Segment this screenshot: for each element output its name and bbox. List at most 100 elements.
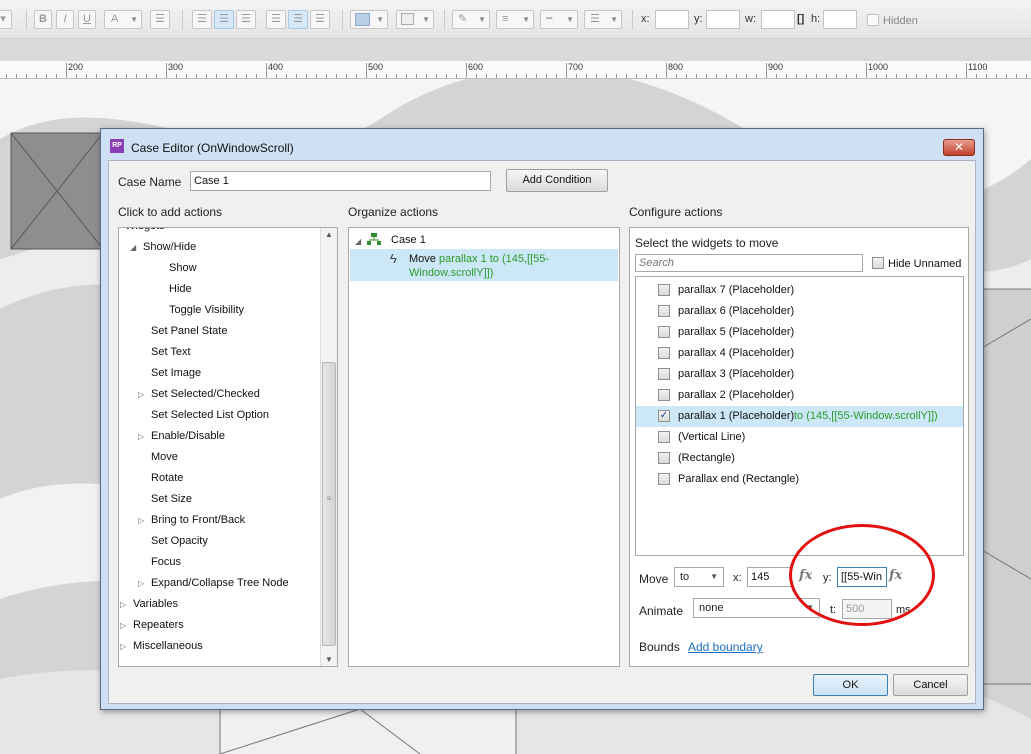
align-center-button[interactable]: ☰ — [214, 10, 234, 29]
tree-expander-icon[interactable]: ▷ — [138, 390, 144, 399]
widget-checkbox[interactable] — [658, 452, 670, 464]
ruler-minor-tick — [176, 74, 177, 78]
width-input[interactable] — [761, 10, 795, 29]
action-tree-item[interactable]: Rotate — [151, 472, 183, 484]
close-button[interactable]: ✕ — [943, 139, 975, 156]
bold-button[interactable]: B — [34, 10, 52, 29]
widget-checkbox[interactable] — [658, 431, 670, 443]
case-name-input[interactable]: Case 1 — [190, 171, 491, 191]
line-pattern-dropdown[interactable]: ┅ ▼ — [540, 10, 578, 29]
widget-checkbox[interactable]: ✓ — [658, 410, 670, 422]
action-tree-item[interactable]: Widgets — [125, 228, 165, 232]
fill-color-dropdown[interactable]: ▼ — [350, 10, 388, 29]
widget-row[interactable]: (Rectangle) — [636, 448, 963, 469]
italic-button[interactable]: I — [56, 10, 74, 29]
line-color-dropdown[interactable]: ✎ ▼ — [452, 10, 490, 29]
tree-expander-icon[interactable]: ▷ — [120, 600, 126, 609]
widget-checkbox[interactable] — [658, 284, 670, 296]
widget-row[interactable]: ✓ parallax 1 (Placeholder) to (145,[[55-Wi… — [636, 406, 963, 427]
tree-expander-icon[interactable]: ◢ — [130, 243, 136, 252]
widget-row[interactable]: parallax 5 (Placeholder) — [636, 322, 963, 343]
widget-row[interactable]: Parallax end (Rectangle) — [636, 469, 963, 490]
action-tree-item[interactable]: Miscellaneous — [133, 640, 203, 652]
widget-row[interactable]: parallax 4 (Placeholder) — [636, 343, 963, 364]
widget-checkbox[interactable] — [658, 473, 670, 485]
action-tree-item[interactable]: Set Panel State — [151, 325, 227, 337]
widget-row[interactable]: parallax 6 (Placeholder) — [636, 301, 963, 322]
tree-expander-icon[interactable]: ▷ — [138, 516, 144, 525]
widget-row[interactable]: (Vertical Line) — [636, 427, 963, 448]
bullet-list-button[interactable]: ☰ — [150, 10, 170, 29]
action-tree-item[interactable]: Set Selected List Option — [151, 409, 269, 421]
align-bottom-button[interactable]: ☰ — [310, 10, 330, 29]
widget-checkbox[interactable] — [658, 389, 670, 401]
action-tree-item[interactable]: Hide — [169, 283, 192, 295]
action-tree-item[interactable]: Show — [169, 262, 197, 274]
tree-expander-icon[interactable]: ▷ — [120, 621, 126, 630]
search-input[interactable] — [635, 254, 863, 272]
action-tree-item[interactable]: Set Size — [151, 493, 192, 505]
action-tree-item[interactable]: Set Opacity — [151, 535, 208, 547]
collapse-arrow-icon[interactable]: ◢ — [355, 237, 361, 246]
widget-row[interactable]: parallax 7 (Placeholder) — [636, 280, 963, 301]
action-tree-item[interactable]: Focus — [151, 556, 181, 568]
widget-list[interactable]: parallax 7 (Placeholder) parallax 6 (Plac… — [635, 276, 964, 556]
tree-expander-icon[interactable]: ▷ — [138, 432, 144, 441]
tree-expander-icon[interactable]: ▷ — [138, 579, 144, 588]
cancel-button[interactable]: Cancel — [893, 674, 968, 696]
scroll-up-icon[interactable]: ▲ — [321, 230, 337, 239]
action-tree-item[interactable]: Repeaters — [133, 619, 184, 631]
align-left-button[interactable]: ☰ — [192, 10, 212, 29]
action-tree-item[interactable]: Set Image — [151, 367, 201, 379]
actions-scrollbar[interactable]: ▲ ≡ ▼ — [320, 228, 337, 666]
action-tree-item[interactable]: Set Selected/Checked — [151, 388, 260, 400]
action-tree-item[interactable]: Show/Hide — [143, 241, 196, 253]
lock-aspect-icon[interactable]: [] — [797, 13, 804, 25]
widget-row[interactable]: parallax 3 (Placeholder) — [636, 364, 963, 385]
x-value-input[interactable]: 145 — [747, 567, 792, 587]
ruler-minor-tick — [36, 74, 37, 78]
selected-action-row[interactable]: ϟ Move parallax 1 to (145,[[55- Window.s… — [350, 249, 618, 281]
line-width-dropdown[interactable]: ≡ ▼ — [496, 10, 534, 29]
hide-unnamed-checkbox[interactable] — [872, 257, 884, 269]
select-widgets-label: Select the widgets to move — [635, 236, 779, 250]
hidden-checkbox[interactable] — [867, 14, 879, 26]
height-input[interactable] — [823, 10, 857, 29]
x-position-input[interactable] — [655, 10, 689, 29]
y-position-input[interactable] — [706, 10, 740, 29]
actions-tree[interactable]: ▲ Widgets ◢ Show/Hide Show Hide Toggle Visibil… — [118, 227, 338, 667]
arrow-style-dropdown[interactable]: ☰ ▼ — [584, 10, 622, 29]
widget-checkbox[interactable] — [658, 368, 670, 380]
actions-scroll-thumb[interactable]: ≡ — [322, 362, 336, 646]
add-boundary-link[interactable]: Add boundary — [688, 640, 763, 654]
action-tree-item[interactable]: Variables — [133, 598, 178, 610]
shadow-dropdown[interactable]: ▼ — [396, 10, 434, 29]
ok-button[interactable]: OK — [813, 674, 888, 696]
ruler-minor-tick — [216, 74, 217, 78]
font-size-dropdown[interactable]: ▾ — [0, 10, 12, 29]
align-middle-button[interactable]: ☰ — [288, 10, 308, 29]
action-tree-item[interactable]: Move — [151, 451, 178, 463]
dialog-titlebar[interactable]: RP Case Editor (OnWindowScroll) ✕ — [101, 129, 983, 157]
add-condition-button[interactable]: Add Condition — [506, 169, 608, 192]
action-tree-item[interactable]: Expand/Collapse Tree Node — [151, 577, 289, 589]
widget-checkbox[interactable] — [658, 326, 670, 338]
configure-actions-header: Configure actions — [629, 205, 723, 219]
widget-checkbox[interactable] — [658, 347, 670, 359]
organize-actions-panel[interactable]: ◢ Case 1 ϟ Move parallax 1 to (145,[[55-… — [348, 227, 620, 667]
move-mode-select[interactable]: to ▼ — [674, 567, 724, 587]
action-tree-item[interactable]: Enable/Disable — [151, 430, 225, 442]
align-top-button[interactable]: ☰ — [266, 10, 286, 29]
font-color-dropdown[interactable]: A ▼ — [104, 10, 142, 29]
align-right-button[interactable]: ☰ — [236, 10, 256, 29]
case-1-item[interactable]: Case 1 — [391, 234, 426, 246]
underline-button[interactable]: U — [78, 10, 96, 29]
action-tree-item[interactable]: Bring to Front/Back — [151, 514, 245, 526]
tree-expander-icon[interactable]: ▷ — [120, 642, 126, 651]
action-tree-item[interactable]: Toggle Visibility — [169, 304, 244, 316]
scroll-down-icon[interactable]: ▼ — [321, 655, 337, 664]
tree-expander-icon[interactable]: ▲ — [119, 228, 120, 231]
widget-row[interactable]: parallax 2 (Placeholder) — [636, 385, 963, 406]
action-tree-item[interactable]: Set Text — [151, 346, 191, 358]
widget-checkbox[interactable] — [658, 305, 670, 317]
